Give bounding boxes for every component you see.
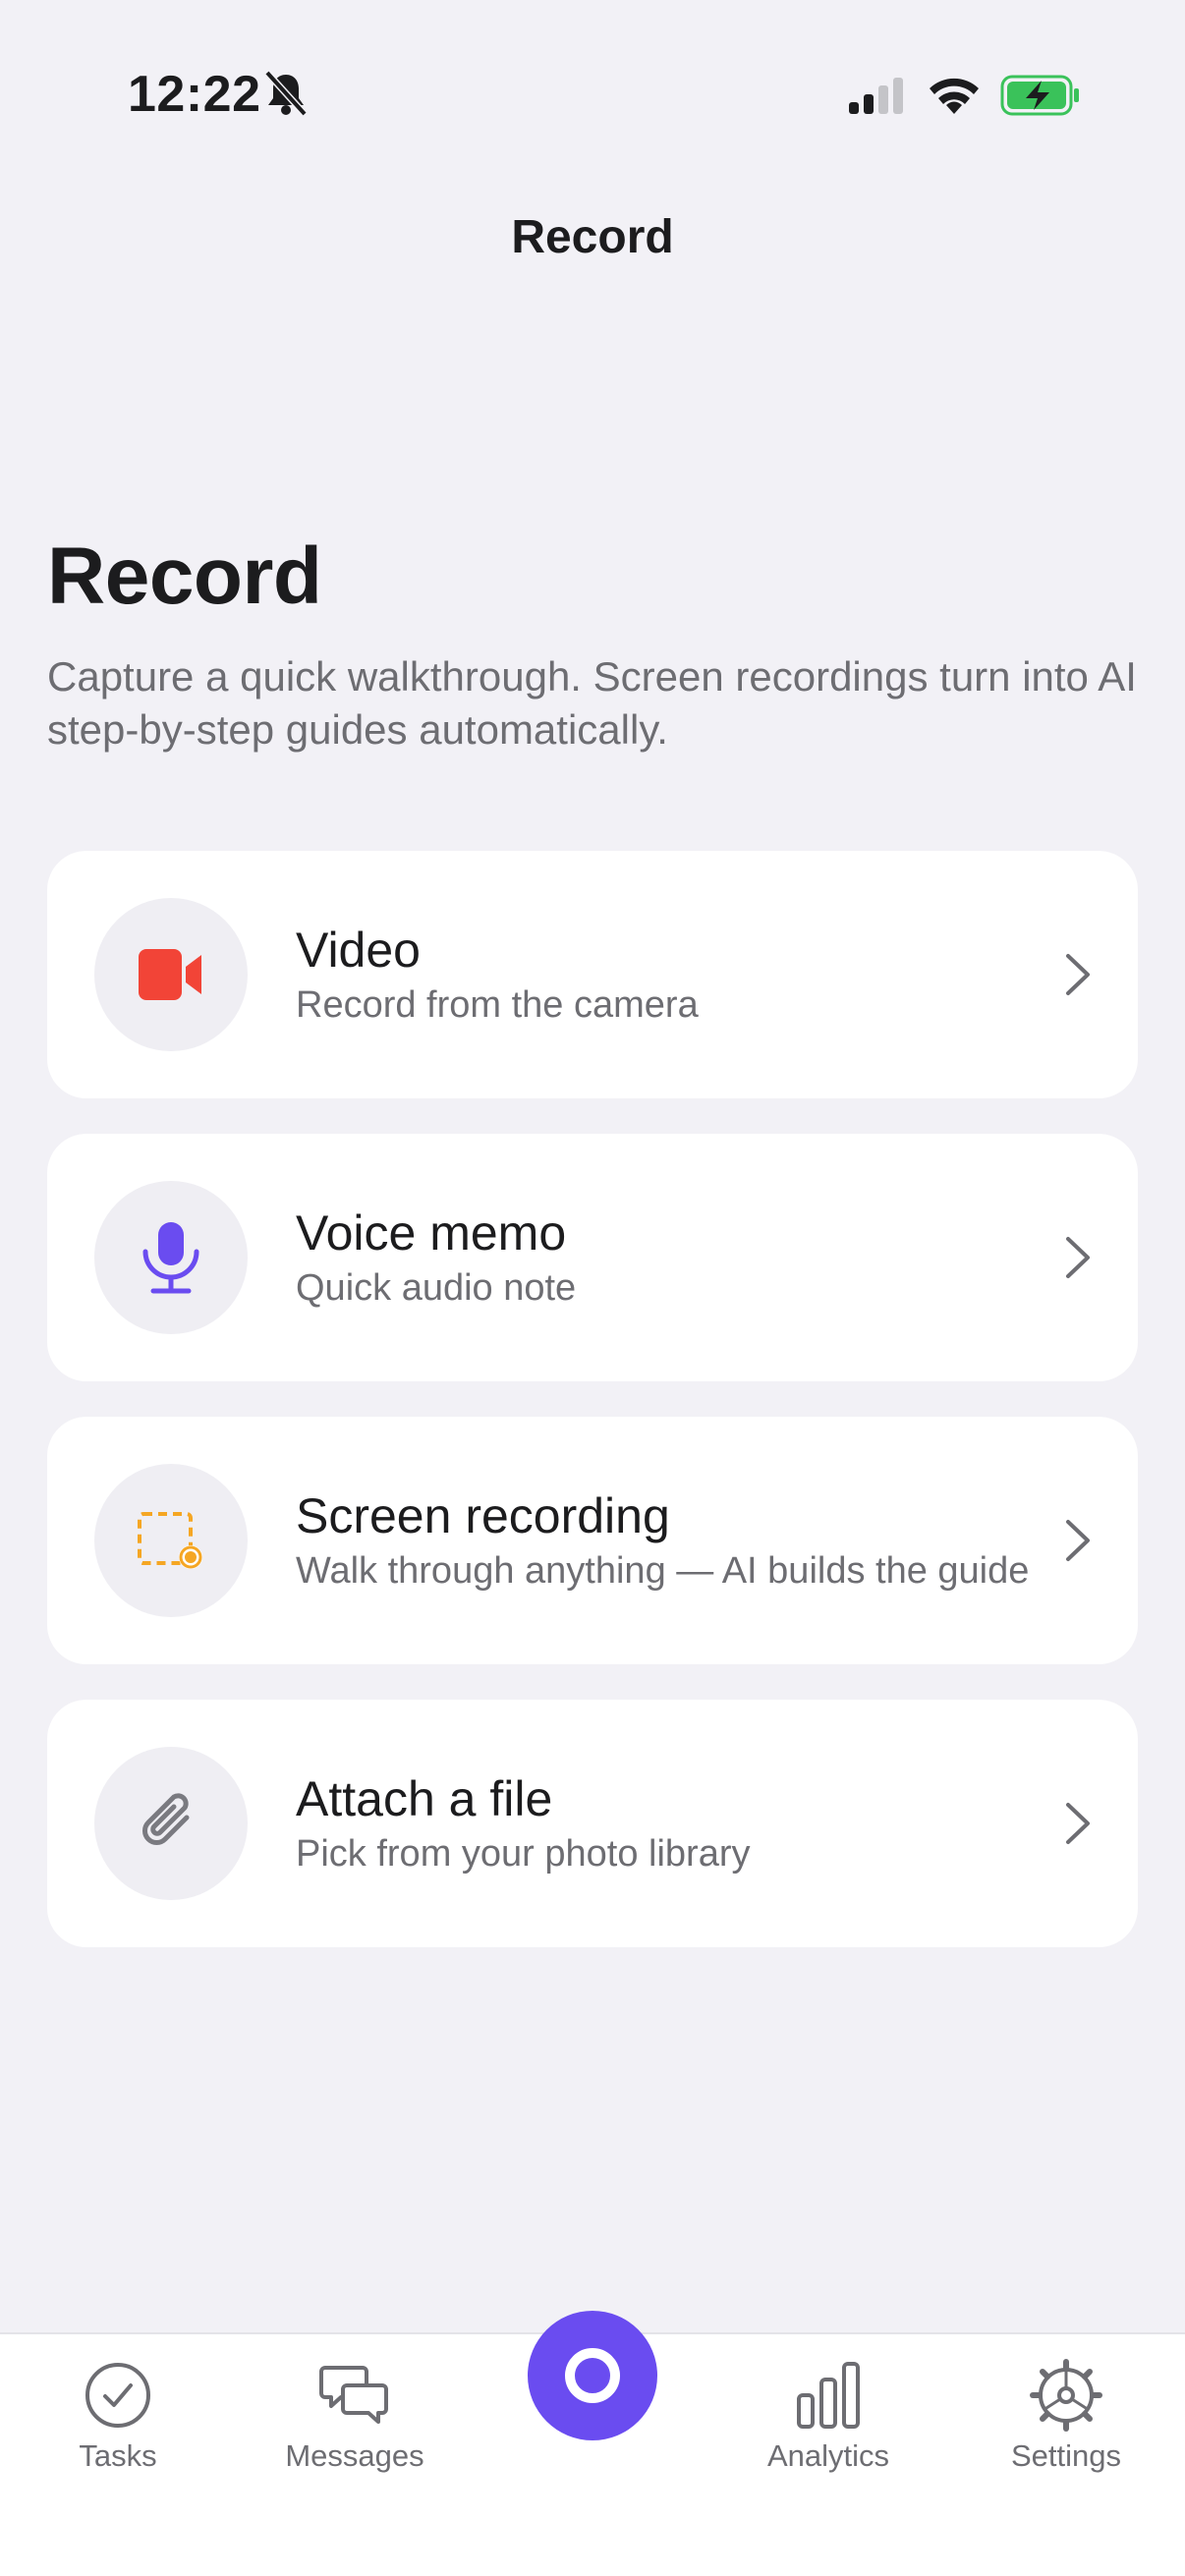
- tab-messages-label: Messages: [285, 2438, 424, 2473]
- chevron-right-icon: [1066, 1803, 1090, 1844]
- checkmark-circle-icon: [85, 2363, 150, 2428]
- video-icon-circle: [94, 898, 248, 1051]
- voice-memo-option-title: Voice memo: [296, 1205, 567, 1260]
- voice-memo-option-card[interactable]: Voice memo Quick audio note: [47, 1134, 1138, 1381]
- screen-recording-option-title: Screen recording: [296, 1488, 670, 1543]
- battery-charging-icon: [1000, 75, 1079, 116]
- bell-slash-icon: [264, 70, 308, 117]
- screen-recording-option-subtitle: Walk through anything — AI builds the gu…: [296, 1550, 1030, 1592]
- tab-analytics-label: Analytics: [766, 2438, 890, 2473]
- tab-messages[interactable]: Messages: [256, 2334, 453, 2511]
- voice-memo-option-subtitle: Quick audio note: [296, 1267, 577, 1309]
- attach-file-option-subtitle: Pick from your photo library: [296, 1833, 751, 1875]
- tab-tasks-label: Tasks: [79, 2438, 157, 2473]
- video-camera-icon: [139, 949, 201, 1000]
- video-option-title: Video: [296, 923, 421, 978]
- voice-memo-icon-circle: [94, 1181, 248, 1334]
- attach-file-option-title: Attach a file: [296, 1771, 553, 1826]
- chat-bubbles-icon: [319, 2366, 388, 2424]
- tab-tasks[interactable]: Tasks: [20, 2334, 216, 2511]
- tab-settings-label: Settings: [1010, 2438, 1121, 2473]
- attach-file-option-card[interactable]: Attach a file Pick from your photo libra…: [47, 1700, 1138, 1947]
- status-time: 12:22: [128, 66, 261, 123]
- paperclip-icon: [142, 1793, 190, 1845]
- page-title: Record: [47, 532, 322, 621]
- chevron-right-icon: [1066, 1520, 1090, 1561]
- attach-file-icon-circle: [94, 1747, 248, 1900]
- microphone-icon: [142, 1222, 199, 1294]
- chevron-right-icon: [1066, 1237, 1090, 1278]
- screen-recording-option-card[interactable]: Screen recording Walk through anything —…: [47, 1417, 1138, 1664]
- wifi-icon: [930, 78, 979, 114]
- screen-recording-icon-circle: [94, 1464, 248, 1617]
- bar-chart-icon: [797, 2362, 860, 2429]
- screen-record-icon: [138, 1512, 202, 1569]
- record-icon: [565, 2348, 620, 2403]
- record-tab-button[interactable]: [528, 2311, 657, 2440]
- tab-analytics[interactable]: Analytics: [730, 2334, 927, 2511]
- page-subtitle: Capture a quick walkthrough. Screen reco…: [47, 653, 1137, 753]
- nav-title: Record: [511, 211, 674, 263]
- chevron-right-icon: [1066, 954, 1090, 995]
- video-option-subtitle: Record from the camera: [296, 984, 699, 1026]
- status-bar: 12:22: [0, 0, 1185, 196]
- cellular-signal-icon: [849, 78, 903, 114]
- video-option-card[interactable]: Video Record from the camera: [47, 851, 1138, 1098]
- tab-settings[interactable]: Settings: [968, 2334, 1164, 2511]
- gear-icon: [1030, 2359, 1102, 2432]
